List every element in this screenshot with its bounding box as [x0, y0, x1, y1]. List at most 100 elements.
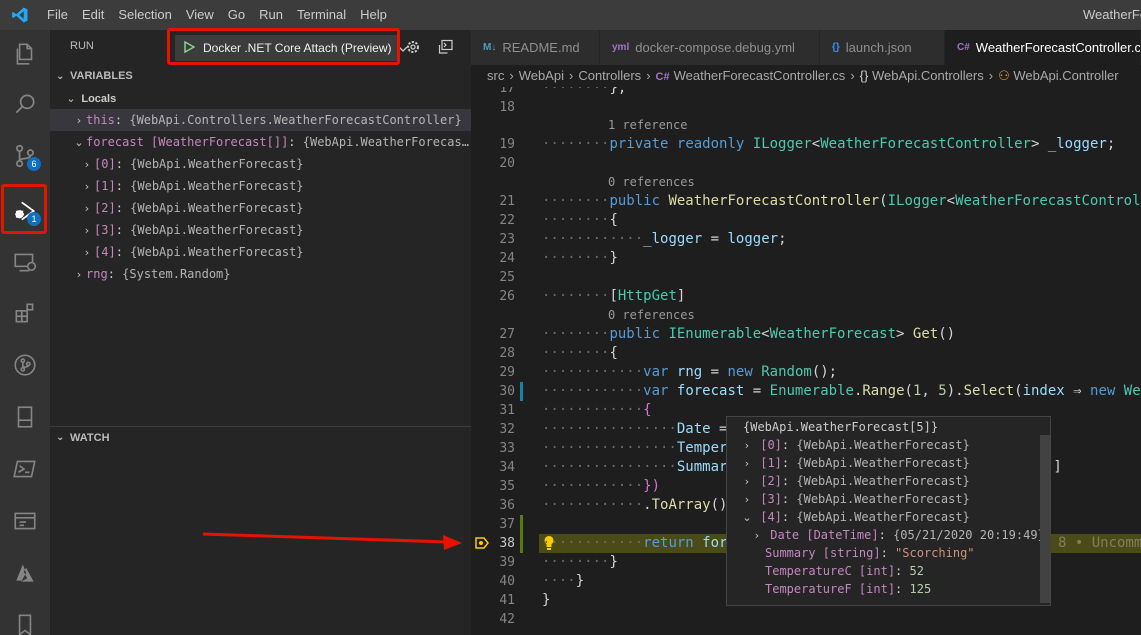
chevron-right-icon: ›	[744, 457, 750, 470]
gear-icon[interactable]	[405, 39, 421, 58]
hover-field-summary[interactable]: Summary [string]: "Scorching"	[727, 544, 1050, 562]
source-control-icon[interactable]: 6	[0, 132, 50, 180]
hover-field-temperaturef[interactable]: TemperatureF [int]: 125	[727, 580, 1050, 598]
menu-run[interactable]: Run	[252, 0, 290, 30]
docker-panel-icon[interactable]	[0, 497, 50, 545]
codelens-references[interactable]: 1 reference	[608, 117, 687, 134]
chevron-right-icon: ›	[84, 246, 90, 259]
code-line: ········{	[542, 345, 618, 361]
debug-hover-widget[interactable]: {WebApi.WeatherForecast[5]} › [0]: {WebA…	[726, 416, 1051, 606]
chevron-right-icon: ›	[84, 180, 90, 193]
variable-forecast-item[interactable]: › [3]: {WebApi.WeatherForecast}	[50, 219, 471, 241]
azure-icon[interactable]	[0, 549, 50, 597]
chevron-down-icon: ⌄	[56, 70, 65, 82]
code-line: ············var rng = new Random();	[542, 364, 838, 380]
line-number: 40	[499, 574, 515, 589]
chevron-right-icon: ›	[754, 529, 760, 542]
line-number: 32	[499, 422, 515, 437]
line-number: 24	[499, 251, 515, 266]
git-graph-icon[interactable]	[0, 341, 50, 389]
menu-edit[interactable]: Edit	[75, 0, 111, 30]
variable-forecast-item[interactable]: › [0]: {WebApi.WeatherForecast}	[50, 153, 471, 175]
breadcrumb-item[interactable]: src	[487, 68, 504, 83]
code-line: ········private readonly ILogger<Weather…	[542, 136, 1116, 152]
namespace-icon: {}	[859, 68, 869, 83]
menu-terminal[interactable]: Terminal	[290, 0, 353, 30]
chevron-right-icon: ›	[744, 439, 750, 452]
debug-console-icon[interactable]	[438, 39, 454, 58]
menu-selection[interactable]: Selection	[111, 0, 178, 30]
json-icon: {}	[832, 42, 840, 53]
line-number: 21	[499, 194, 515, 209]
variable-this[interactable]: › this: {WebApi.Controllers.WeatherForeca…	[50, 109, 471, 131]
code-line: ············var forecast = Enumerable.Ra…	[542, 383, 1141, 399]
variable-forecast-item[interactable]: › [1]: {WebApi.WeatherForecast}	[50, 175, 471, 197]
line-number: 23	[499, 232, 515, 247]
hover-array-item[interactable]: ⌄ [4]: {WebApi.WeatherForecast}	[727, 508, 1050, 526]
code-line: ············return for	[542, 535, 728, 551]
menu-go[interactable]: Go	[221, 0, 252, 30]
extensions-icon[interactable]	[0, 289, 50, 337]
breadcrumb-item[interactable]: WebApi.Controller	[1013, 68, 1118, 83]
code-line: ············{	[542, 402, 652, 418]
hover-array-item[interactable]: › [0]: {WebApi.WeatherForecast}	[727, 436, 1050, 454]
variables-section-header[interactable]: ⌄ VARIABLES	[50, 65, 471, 87]
markdown-icon: M↓	[483, 42, 497, 53]
menu-file[interactable]: File	[40, 0, 75, 30]
code-line: ················Temper	[542, 440, 728, 456]
explorer-icon[interactable]	[0, 30, 50, 78]
run-toolbar: RUN Docker .NET Core Attach (Preview)	[50, 28, 471, 65]
variable-forecast-item[interactable]: › [2]: {WebApi.WeatherForecast}	[50, 197, 471, 219]
hover-scrollbar[interactable]	[1040, 435, 1050, 603]
tab-weatherforecastcontroller[interactable]: C# WeatherForecastController.c	[945, 30, 1141, 65]
chevron-right-icon: ›	[84, 224, 90, 237]
line-number: 27	[499, 327, 515, 342]
variable-rng[interactable]: › rng: {System.Random}	[50, 263, 471, 285]
breadcrumb-item[interactable]: Controllers	[578, 68, 641, 83]
codelens-references[interactable]: 0 references	[608, 307, 695, 324]
variable-forecast-item[interactable]: › [4]: {WebApi.WeatherForecast}	[50, 241, 471, 263]
book-icon[interactable]	[0, 393, 50, 441]
code-line: ············_logger = logger;	[542, 231, 787, 247]
activity-bar: 6 1	[0, 30, 50, 635]
scm-badge: 6	[27, 157, 41, 171]
csharp-icon: C#	[957, 42, 970, 53]
class-icon: ⚇	[998, 68, 1010, 83]
yaml-icon: yml	[612, 42, 630, 53]
code-line: ········public IEnumerable<WeatherForeca…	[542, 326, 956, 342]
locals-scope[interactable]: ⌄ Locals	[50, 87, 471, 109]
line-number: 35	[499, 479, 515, 494]
code-line: ········};	[542, 87, 627, 96]
modified-line-marker	[520, 382, 523, 401]
hover-field-temperaturec[interactable]: TemperatureC [int]: 52	[727, 562, 1050, 580]
hover-array-item[interactable]: › [1]: {WebApi.WeatherForecast}	[727, 454, 1050, 472]
line-number: 34	[499, 460, 515, 475]
chevron-right-icon: ›	[76, 114, 82, 127]
watch-section-header[interactable]: ⌄ WATCH	[50, 426, 471, 448]
codelens-references[interactable]: 0 references	[608, 174, 695, 191]
powershell-icon[interactable]	[0, 445, 50, 493]
line-number: 41	[499, 593, 515, 608]
breadcrumb-item[interactable]: WebApi	[519, 68, 564, 83]
editor-tabs: M↓ README.md yml docker-compose.debug.ym…	[471, 30, 1141, 65]
tab-launch-json[interactable]: {} launch.json	[820, 30, 945, 65]
hover-field-date[interactable]: › Date [DateTime]: {05/21/2020 20:19:49}	[727, 526, 1050, 544]
remote-explorer-icon[interactable]	[0, 238, 50, 286]
code-line: ········{	[542, 212, 618, 228]
run-label: RUN	[70, 40, 94, 52]
menu-help[interactable]: Help	[353, 0, 394, 30]
line-number: 29	[499, 365, 515, 380]
hover-array-item[interactable]: › [2]: {WebApi.WeatherForecast}	[727, 472, 1050, 490]
search-icon[interactable]	[0, 80, 50, 128]
variable-forecast[interactable]: ⌄ forecast [WeatherForecast[]]: {WebApi.W…	[50, 131, 471, 153]
tab-readme[interactable]: M↓ README.md	[471, 30, 600, 65]
bookmark-icon[interactable]	[0, 601, 50, 635]
menu-view[interactable]: View	[179, 0, 221, 30]
menu-bar: File Edit Selection View Go Run Terminal…	[40, 0, 394, 30]
tab-docker-compose[interactable]: yml docker-compose.debug.yml	[600, 30, 820, 65]
hover-array-item[interactable]: › [3]: {WebApi.WeatherForecast}	[727, 490, 1050, 508]
breadcrumb-item[interactable]: WebApi.Controllers	[872, 68, 984, 83]
breadcrumb-item[interactable]: WeatherForecastController.cs	[674, 68, 846, 83]
chevron-right-icon: ›	[84, 202, 90, 215]
line-number: 39	[499, 555, 515, 570]
